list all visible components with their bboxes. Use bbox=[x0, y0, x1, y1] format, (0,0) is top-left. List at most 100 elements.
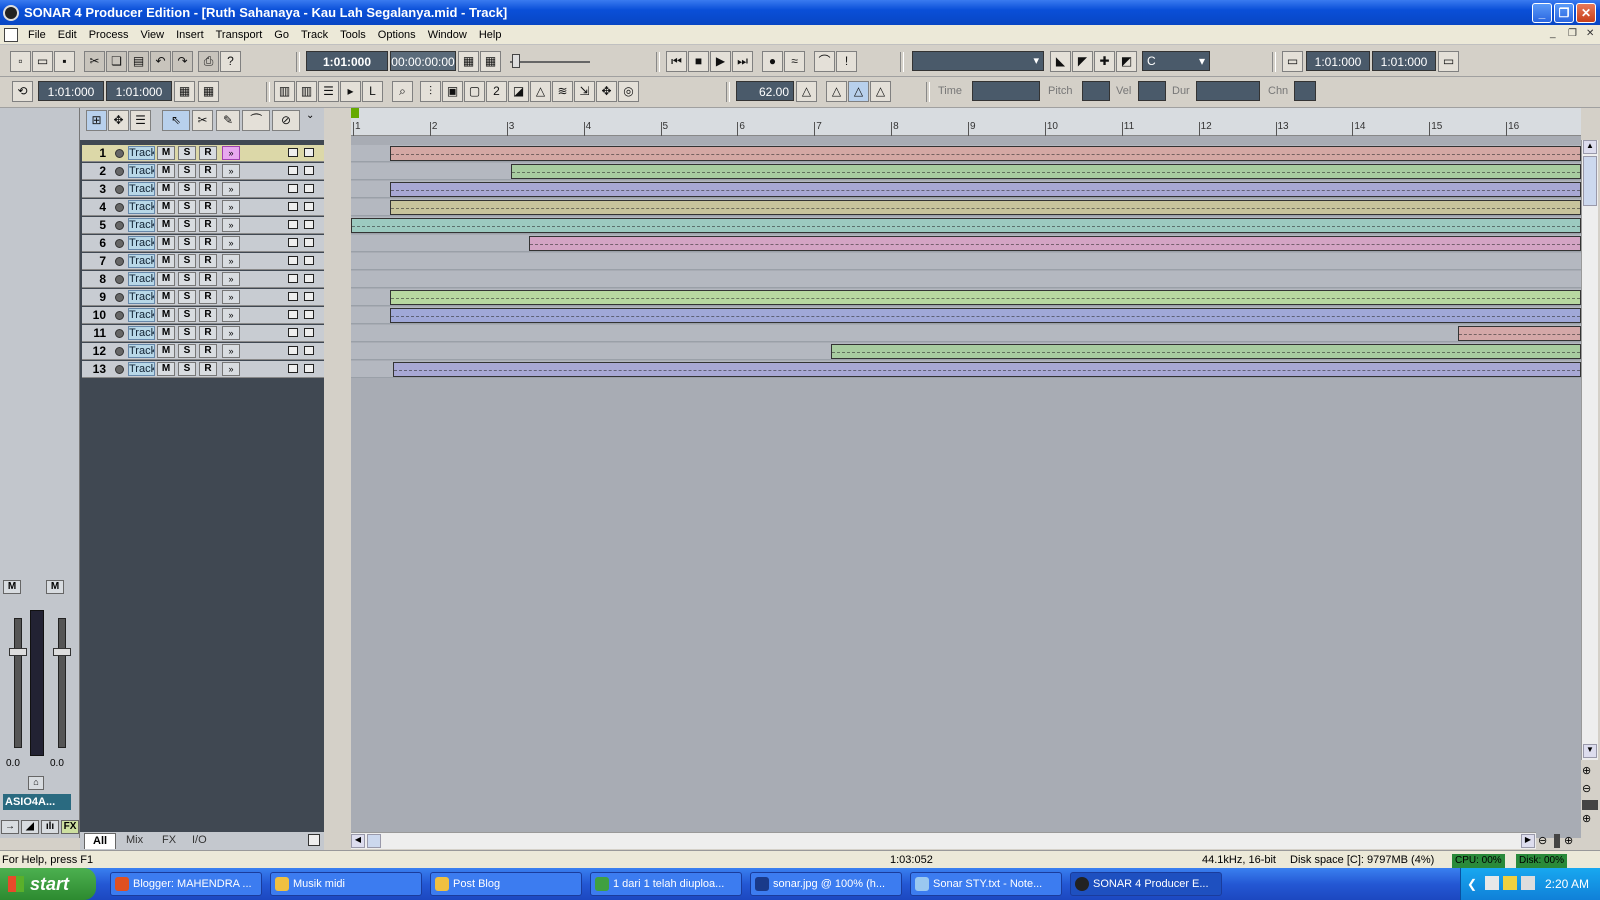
track-name-field[interactable]: Track 10 bbox=[128, 308, 155, 322]
track-lane[interactable] bbox=[351, 271, 1581, 288]
maximize-track-icon[interactable] bbox=[304, 346, 314, 355]
record-icon[interactable]: ● bbox=[762, 51, 783, 72]
input-echo-icon[interactable]: » bbox=[222, 146, 240, 160]
redo-icon[interactable]: ↷ bbox=[172, 51, 193, 72]
piano-roll-view-icon[interactable]: ▥ bbox=[274, 81, 295, 102]
lock-icon[interactable]: ⌂ bbox=[28, 776, 44, 790]
restore-track-icon[interactable] bbox=[288, 184, 298, 193]
copy-icon[interactable]: ❏ bbox=[106, 51, 127, 72]
mute-button[interactable]: M bbox=[157, 182, 175, 196]
mute-tool-icon[interactable]: ⊘ bbox=[272, 110, 300, 131]
mute-button[interactable]: M bbox=[157, 164, 175, 178]
scroll-right-icon[interactable]: ▶ bbox=[1521, 834, 1535, 848]
mute-button[interactable]: M bbox=[157, 290, 175, 304]
horizontal-scrollbar[interactable]: ◀ ▶ bbox=[351, 832, 1536, 849]
open-file-icon[interactable]: ▭ bbox=[32, 51, 53, 72]
track-header[interactable]: 11 Track 11MSR » bbox=[82, 325, 324, 342]
track-header[interactable]: 4 Track 4MSR » bbox=[82, 199, 324, 216]
midi-clip[interactable] bbox=[510, 164, 1581, 179]
mute-button[interactable]: M bbox=[157, 362, 175, 376]
big-time-icon[interactable]: ▣ bbox=[442, 81, 463, 102]
tab-io[interactable]: I/O bbox=[184, 833, 215, 849]
tempo-ratio-1-icon[interactable]: △ bbox=[826, 81, 847, 102]
input-echo-icon[interactable]: » bbox=[222, 290, 240, 304]
close-button[interactable]: ✕ bbox=[1576, 3, 1596, 23]
track-header[interactable]: 9 Track 9MSR » bbox=[82, 289, 324, 306]
midi-clip[interactable] bbox=[390, 200, 1581, 215]
horizontal-zoom-slider[interactable] bbox=[1554, 834, 1560, 848]
track-name-field[interactable]: Track 3 bbox=[128, 182, 155, 196]
track-name-field[interactable]: Track 12 bbox=[128, 344, 155, 358]
tab-all[interactable]: All bbox=[84, 833, 117, 849]
input-echo-icon[interactable]: » bbox=[222, 200, 240, 214]
task-musik-midi[interactable]: Musik midi bbox=[270, 872, 422, 896]
solo-button[interactable]: S bbox=[178, 362, 196, 376]
restore-track-icon[interactable] bbox=[288, 274, 298, 283]
menu-edit[interactable]: Edit bbox=[52, 29, 83, 41]
mute-button[interactable]: M bbox=[157, 272, 175, 286]
maximize-track-icon[interactable] bbox=[304, 148, 314, 157]
loop-construction-icon[interactable]: ▸ bbox=[340, 81, 361, 102]
scissors-tool-icon[interactable]: ✂ bbox=[192, 110, 213, 131]
input-echo-icon[interactable]: » bbox=[222, 344, 240, 358]
arrow-icon[interactable]: → bbox=[1, 820, 19, 834]
menu-view[interactable]: View bbox=[134, 29, 170, 41]
now-time-slider[interactable] bbox=[510, 61, 590, 63]
restore-track-icon[interactable] bbox=[288, 292, 298, 301]
timeline-ruler[interactable]: 1 2 3 4 5 6 7 8 9 10 11 12 13 14 15 16 bbox=[351, 108, 1581, 136]
sonar-app-icon[interactable] bbox=[3, 4, 19, 21]
solo-button[interactable]: S bbox=[178, 200, 196, 214]
start-button[interactable]: start bbox=[0, 868, 96, 900]
midi-clip[interactable] bbox=[830, 344, 1581, 359]
input-echo-icon[interactable]: » bbox=[222, 182, 240, 196]
mdi-minimize-button[interactable]: _ bbox=[1550, 28, 1556, 39]
loop-set-icon[interactable]: ▦ bbox=[174, 81, 195, 102]
record-arm-button[interactable]: R bbox=[199, 200, 217, 214]
tray-app-icon[interactable] bbox=[1503, 876, 1517, 890]
restore-track-icon[interactable] bbox=[288, 220, 298, 229]
midi-clip[interactable] bbox=[390, 146, 1581, 161]
restore-track-icon[interactable] bbox=[288, 238, 298, 247]
maximize-track-icon[interactable] bbox=[304, 328, 314, 337]
menu-insert[interactable]: Insert bbox=[170, 29, 210, 41]
solo-button[interactable]: S bbox=[178, 164, 196, 178]
record-arm-button[interactable]: R bbox=[199, 326, 217, 340]
record-arm-button[interactable]: R bbox=[199, 182, 217, 196]
track-header[interactable]: 10 Track 10MSR » bbox=[82, 307, 324, 324]
restore-track-icon[interactable] bbox=[288, 346, 298, 355]
menu-help[interactable]: Help bbox=[473, 29, 508, 41]
vertical-scrollbar[interactable]: ▲ ▼ bbox=[1581, 140, 1598, 760]
track-lane[interactable] bbox=[351, 163, 1581, 180]
restore-button[interactable]: ❐ bbox=[1554, 3, 1574, 23]
scroll-down-icon[interactable]: ▼ bbox=[1583, 744, 1597, 758]
undo-icon[interactable]: ↶ bbox=[150, 51, 171, 72]
loop-end-display[interactable]: 1:01:000 bbox=[1372, 51, 1436, 71]
mute-button[interactable]: M bbox=[157, 308, 175, 322]
record-arm-button[interactable]: R bbox=[199, 344, 217, 358]
save-icon[interactable]: ▪ bbox=[54, 51, 75, 72]
task-photoshop[interactable]: sonar.jpg @ 100% (h... bbox=[750, 872, 902, 896]
track-lane[interactable] bbox=[351, 343, 1581, 360]
now-time-display[interactable]: 1:01:000 bbox=[306, 51, 388, 71]
input-echo-icon[interactable]: » bbox=[222, 362, 240, 376]
record-arm-button[interactable]: R bbox=[199, 308, 217, 322]
restore-track-icon[interactable] bbox=[288, 202, 298, 211]
chn-input[interactable] bbox=[1294, 81, 1316, 101]
fader-knob-right[interactable] bbox=[53, 648, 71, 656]
paste-icon[interactable]: ▤ bbox=[128, 51, 149, 72]
now-marker-flag[interactable] bbox=[351, 108, 359, 118]
stop-icon[interactable]: ■ bbox=[688, 51, 709, 72]
tempo-ratio-3-icon[interactable]: △ bbox=[870, 81, 891, 102]
track-size-icon[interactable]: ☰ bbox=[130, 110, 151, 131]
markers-view-icon[interactable]: ▢ bbox=[464, 81, 485, 102]
fader-knob-left[interactable] bbox=[9, 648, 27, 656]
maximize-track-icon[interactable] bbox=[304, 166, 314, 175]
record-arm-button[interactable]: R bbox=[199, 254, 217, 268]
loop-start-icon[interactable]: ▭ bbox=[1282, 51, 1303, 72]
track-lane[interactable] bbox=[351, 199, 1581, 216]
record-arm-button[interactable]: R bbox=[199, 272, 217, 286]
zoom-out-horizontal-icon[interactable]: ⊖ bbox=[1538, 834, 1552, 848]
zoom-fit-vertical-icon[interactable]: ⊕ bbox=[1582, 812, 1598, 828]
mute-button[interactable]: M bbox=[157, 146, 175, 160]
smpte-time-display[interactable]: 00:00:00:00 bbox=[390, 51, 456, 71]
